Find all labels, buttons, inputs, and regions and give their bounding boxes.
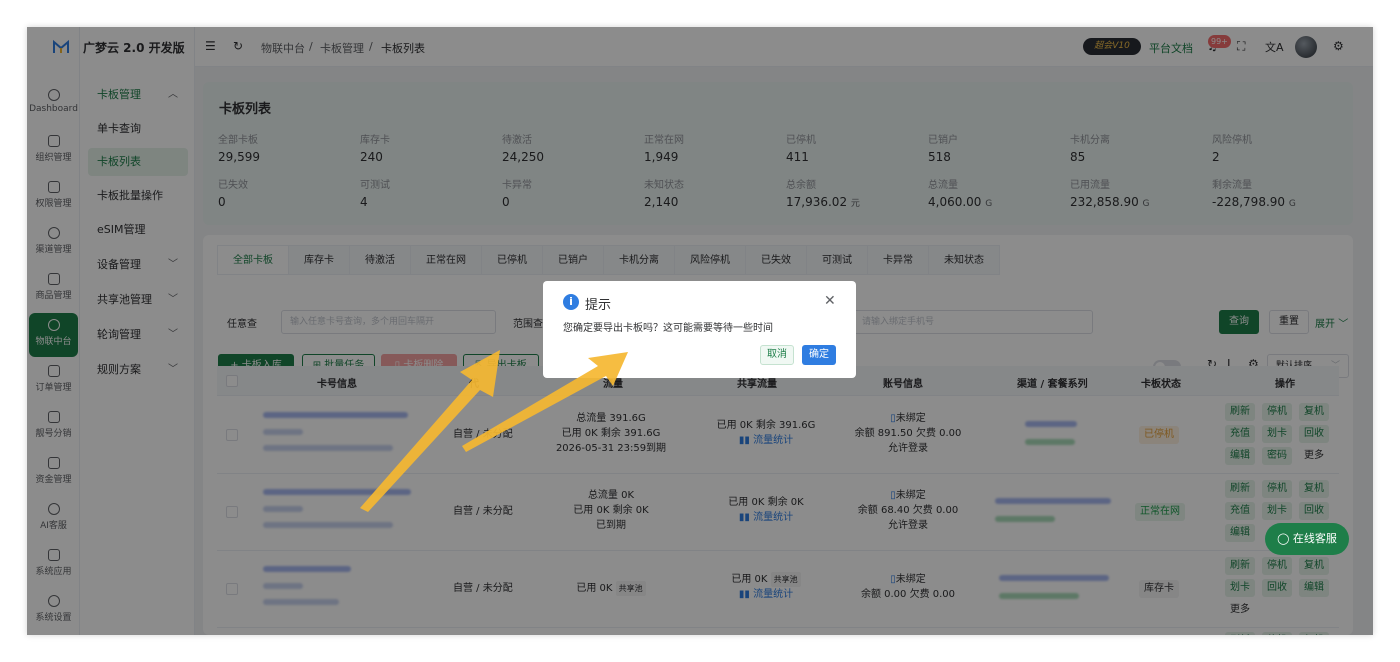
- confirm-button[interactable]: 确定: [802, 345, 836, 365]
- online-service-label: 在线客服: [1292, 532, 1337, 545]
- dialog-message: 您确定要导出卡板吗？这可能需要等待一些时间: [563, 323, 773, 334]
- chat-icon: ◯: [1277, 532, 1293, 545]
- info-icon: i: [563, 294, 579, 310]
- online-service-button[interactable]: ◯ 在线客服: [1265, 523, 1349, 555]
- cancel-button[interactable]: 取消: [760, 345, 794, 365]
- app-window: Dashboard 组织管理 权限管理 渠道管理 商品管理 物联中台 订单管理 …: [27, 27, 1373, 635]
- dialog-title: 提示: [585, 298, 612, 313]
- confirm-dialog: i 提示 ✕ 您确定要导出卡板吗？这可能需要等待一些时间 取消 确定: [543, 281, 856, 378]
- close-icon[interactable]: ✕: [824, 293, 836, 309]
